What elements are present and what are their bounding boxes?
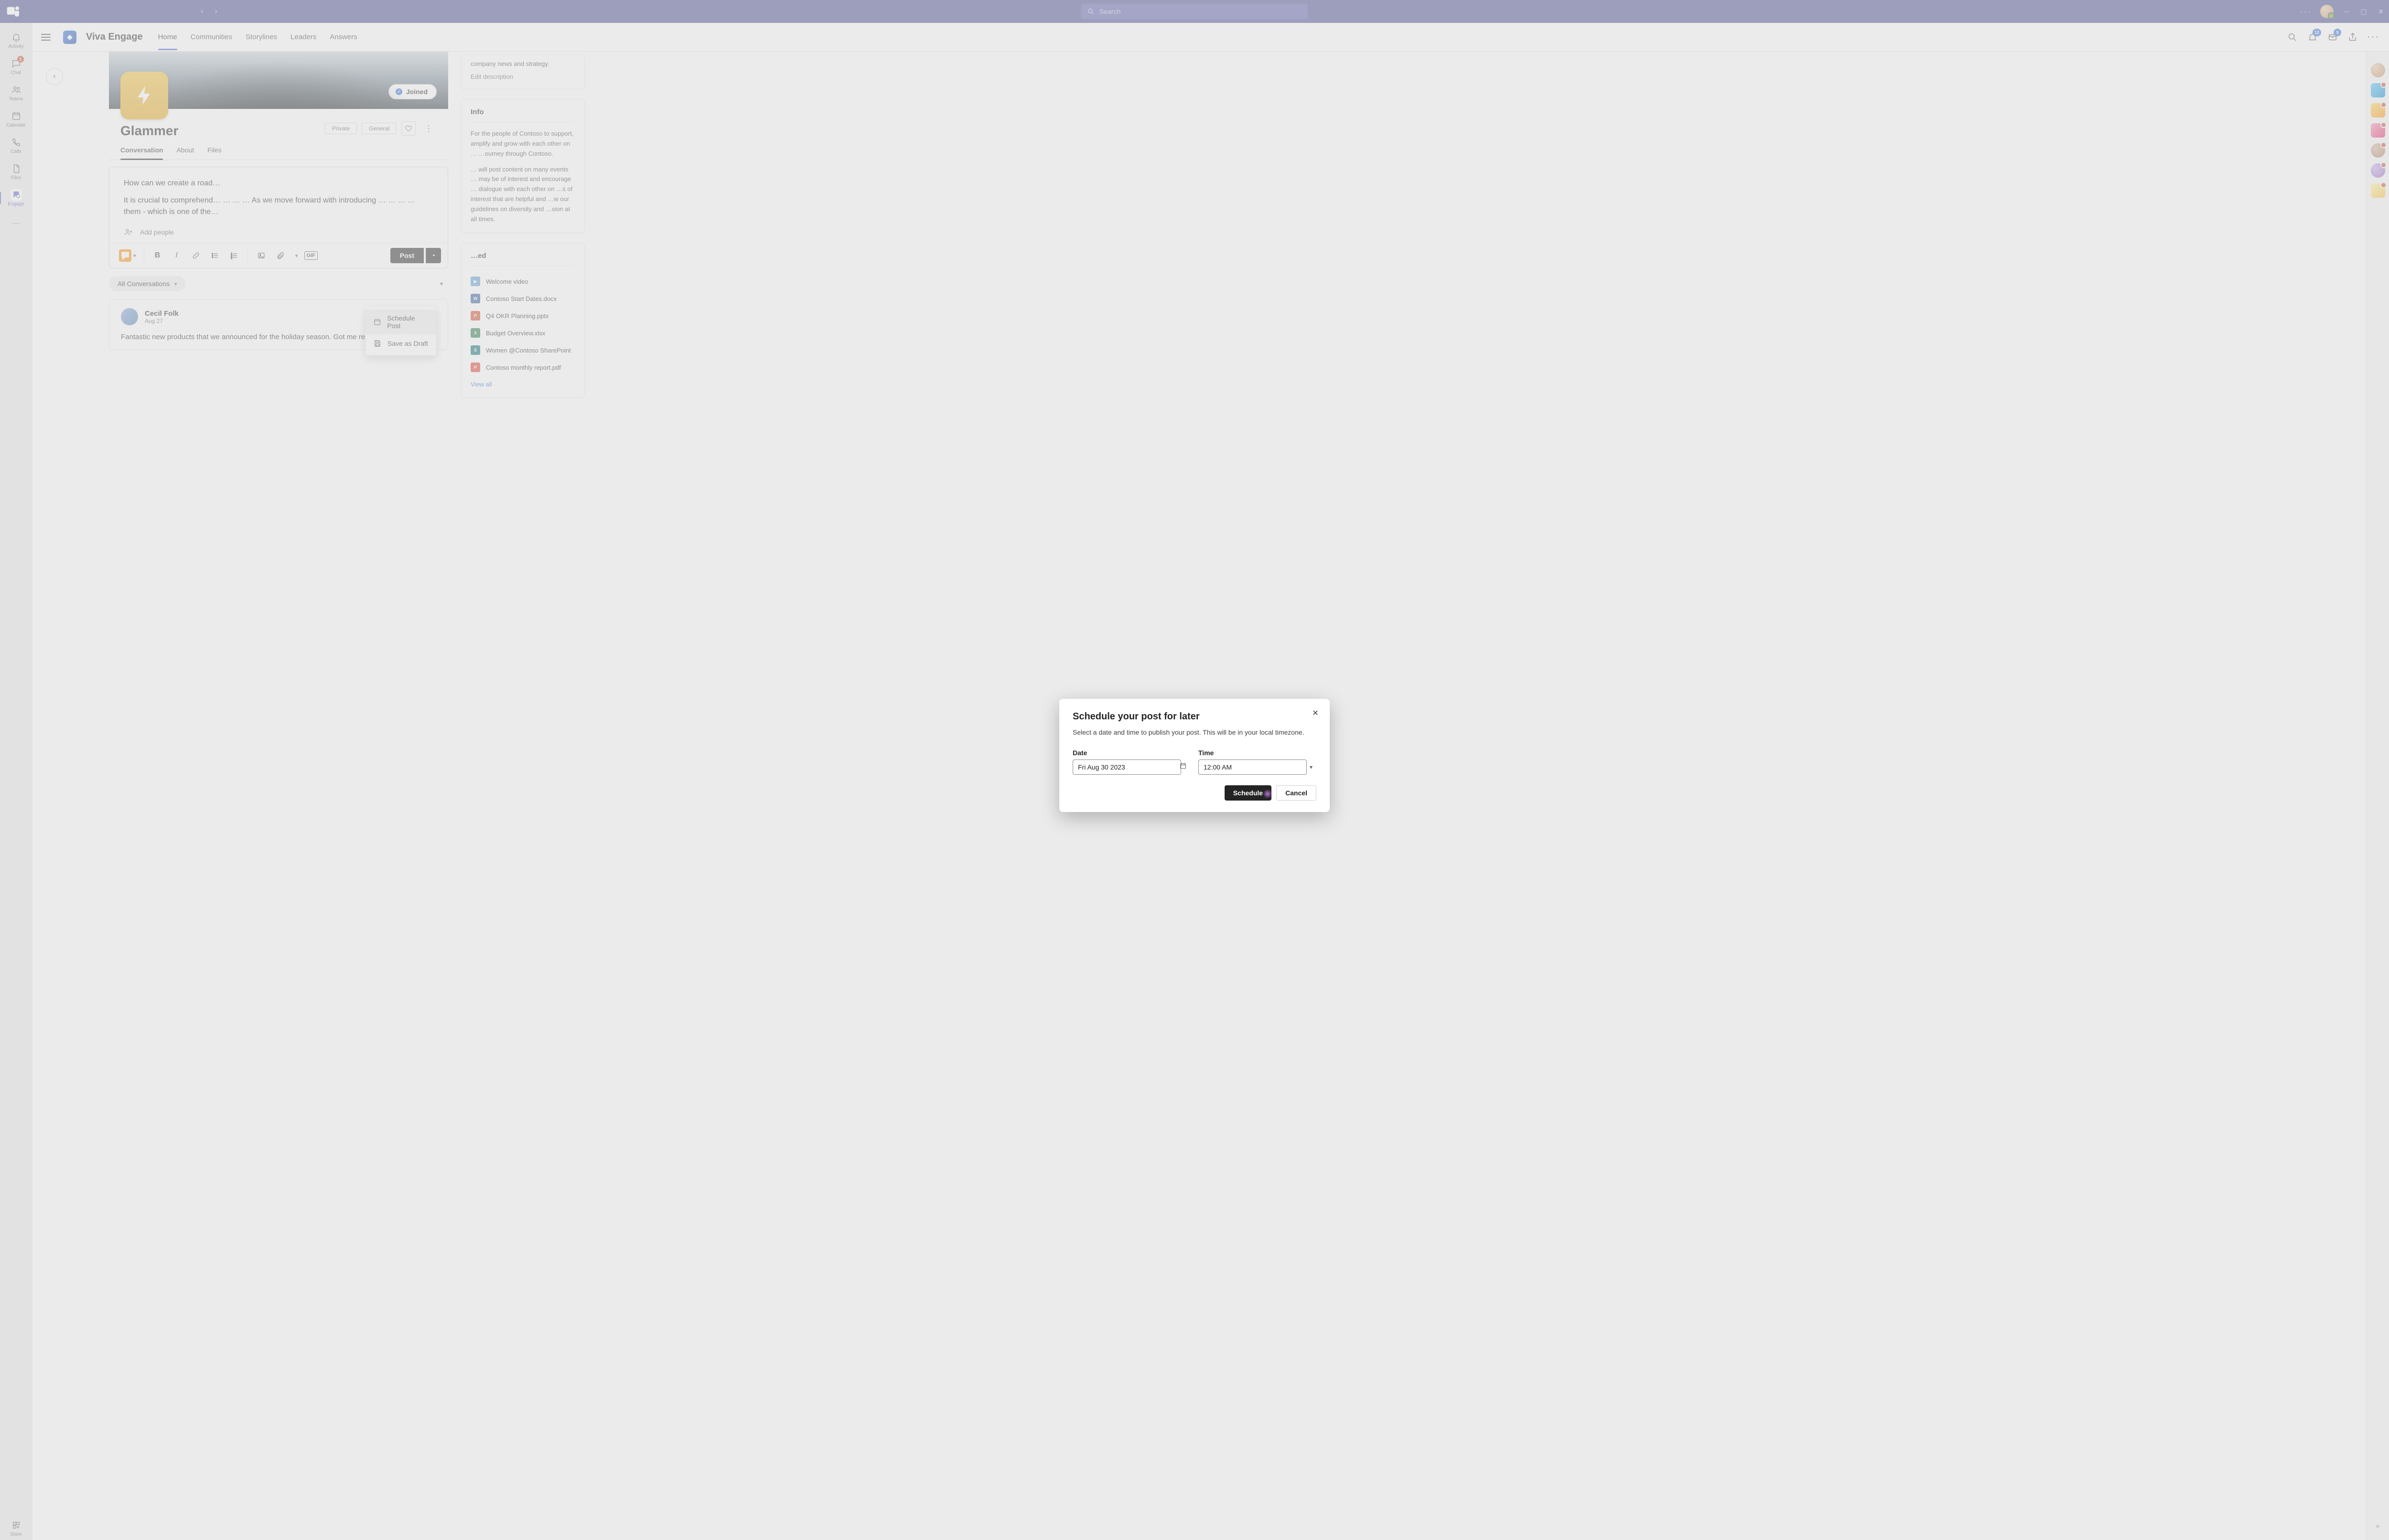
time-label: Time [1198,749,1316,757]
date-label: Date [1073,749,1191,757]
date-input[interactable] [1073,759,1181,775]
schedule-post-modal: ✕ Schedule your post for later Select a … [1059,699,1330,812]
modal-title: Schedule your post for later [1073,711,1316,722]
chevron-down-icon: ▾ [1310,764,1313,770]
cancel-button[interactable]: Cancel [1276,785,1316,801]
cursor-indicator [1263,789,1272,799]
modal-close-button[interactable]: ✕ [1310,707,1321,719]
schedule-button-label: Schedule [1233,789,1263,797]
modal-subtitle: Select a date and time to publish your p… [1073,728,1316,738]
schedule-button[interactable]: Schedule [1225,785,1271,801]
time-input[interactable] [1198,759,1307,775]
